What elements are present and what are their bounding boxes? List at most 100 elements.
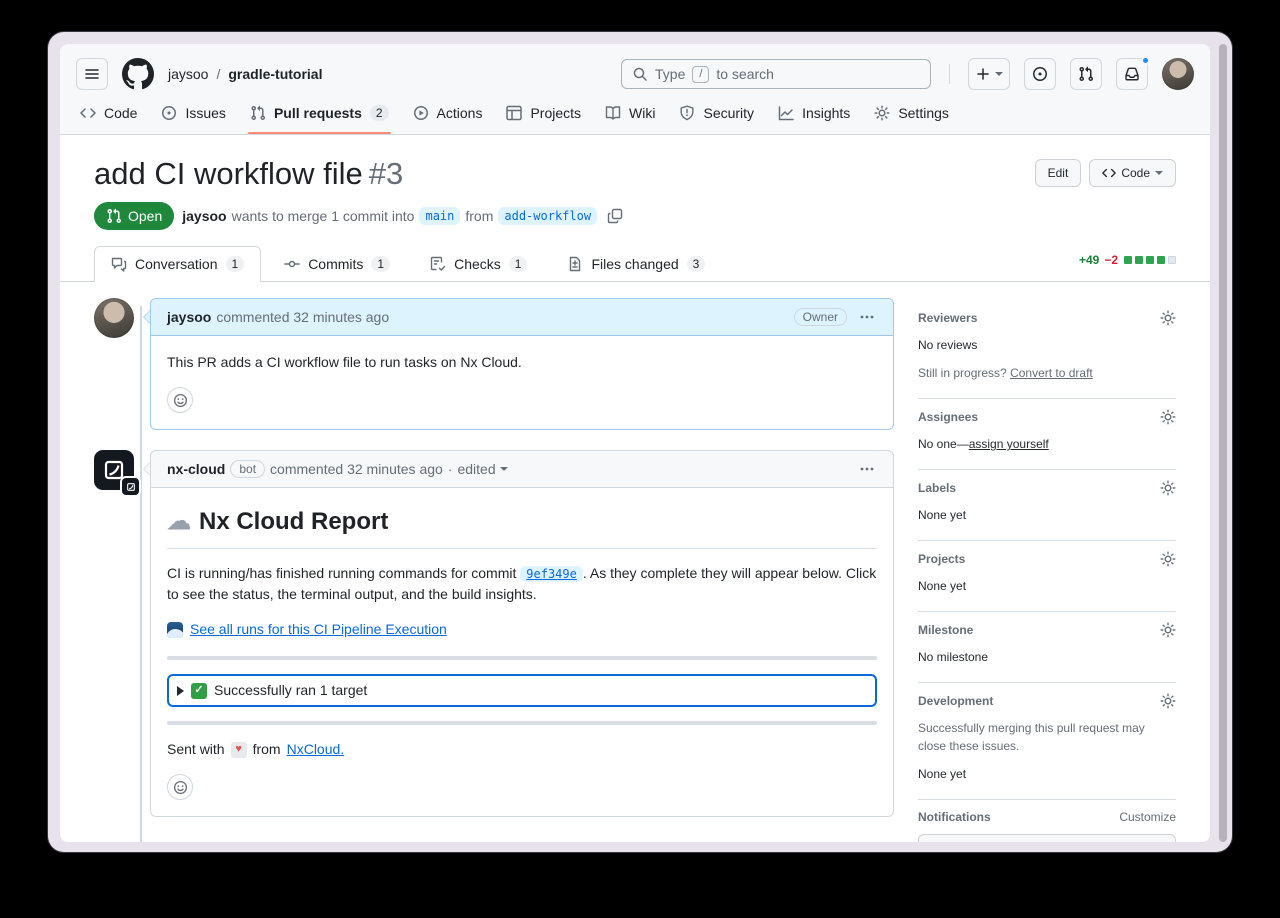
github-logo[interactable]: [122, 58, 154, 90]
tab-checks[interactable]: Checks 1: [413, 246, 544, 282]
success-check-emoji: ✓: [191, 683, 207, 699]
repo-tab-label: Actions: [437, 105, 483, 121]
report-heading: ☁ Nx Cloud Report: [167, 504, 877, 549]
hamburger-menu-button[interactable]: [76, 58, 108, 90]
edit-button[interactable]: Edit: [1035, 159, 1082, 187]
book-icon: [605, 105, 621, 121]
pipeline-runs-link[interactable]: See all runs for this CI Pipeline Execut…: [190, 619, 447, 640]
triangle-right-icon: [177, 686, 184, 696]
love-letter-emoji: ♥: [231, 742, 247, 758]
comment-meta[interactable]: commented 32 minutes ago: [216, 309, 389, 325]
kebab-menu-button[interactable]: [857, 307, 877, 327]
search-placeholder-post: to search: [716, 66, 774, 82]
page-title: add CI workflow file#3: [94, 155, 403, 192]
meta-dot: ·: [448, 461, 453, 477]
timeline-column: jaysoo commented 32 minutes ago Owner Th…: [94, 298, 894, 842]
repo-tab-code[interactable]: Code: [72, 96, 145, 134]
user-avatar[interactable]: [1162, 58, 1194, 90]
pr-author[interactable]: jaysoo: [182, 208, 226, 224]
avatar[interactable]: [94, 298, 134, 338]
browser-window: jaysoo / gradle-tutorial Type / to searc…: [48, 32, 1232, 852]
global-issues-button[interactable]: [1024, 58, 1056, 90]
section-title: Reviewers: [918, 311, 977, 325]
gear-icon[interactable]: [1160, 310, 1176, 326]
search-input[interactable]: Type / to search: [621, 59, 931, 89]
gear-icon[interactable]: [1160, 693, 1176, 709]
merge-description: jaysoo wants to merge 1 commit into main…: [182, 207, 597, 225]
base-branch-chip[interactable]: main: [419, 207, 460, 225]
git-pull-request-icon: [1078, 66, 1094, 82]
section-title: Projects: [918, 552, 965, 566]
pr-content: jaysoo commented 32 minutes ago Owner Th…: [60, 282, 1210, 842]
global-pull-requests-button[interactable]: [1070, 58, 1102, 90]
gear-icon[interactable]: [1160, 551, 1176, 567]
breadcrumb-separator: /: [216, 66, 220, 82]
tab-commits[interactable]: Commits 1: [267, 246, 407, 282]
repo-tab-security[interactable]: Security: [671, 96, 762, 134]
from-text: from: [253, 739, 281, 760]
merge-text: wants to merge 1 commit into: [232, 208, 415, 224]
development-empty: None yet: [918, 765, 1176, 783]
inbox-button[interactable]: [1116, 58, 1148, 90]
tab-count: 1: [371, 256, 390, 272]
repo-tab-projects[interactable]: Projects: [498, 96, 589, 134]
pr-tabs-row: Conversation 1 Commits 1 Checks 1 Files …: [60, 246, 1210, 282]
gear-icon[interactable]: [1160, 622, 1176, 638]
copy-branch-button[interactable]: [605, 206, 625, 226]
edited-dropdown[interactable]: edited: [457, 461, 507, 477]
sent-text: Sent with: [167, 739, 225, 760]
sidebar-section-reviewers: Reviewers No reviews Still in progress? …: [918, 300, 1176, 399]
repo-tab-insights[interactable]: Insights: [770, 96, 858, 134]
assign-yourself-link[interactable]: assign yourself: [969, 437, 1049, 451]
repo-tab-wiki[interactable]: Wiki: [597, 96, 663, 134]
create-new-button[interactable]: [968, 58, 1010, 90]
breadcrumb-owner[interactable]: jaysoo: [168, 66, 208, 82]
sent-with-line: Sent with ♥ from NxCloud.: [167, 739, 877, 760]
section-title: Development: [918, 694, 993, 708]
comment-body-text: This PR adds a CI workflow file to run t…: [167, 352, 877, 373]
tab-conversation[interactable]: Conversation 1: [94, 246, 261, 282]
projects-empty: None yet: [918, 577, 1176, 595]
customize-link[interactable]: Customize: [1119, 810, 1176, 824]
breadcrumb: jaysoo / gradle-tutorial: [168, 66, 322, 82]
commit-sha-link[interactable]: 9ef349e: [520, 566, 583, 582]
comment-author[interactable]: jaysoo: [167, 309, 211, 325]
breadcrumb-repo[interactable]: gradle-tutorial: [228, 66, 322, 82]
pr-number: #3: [369, 156, 403, 191]
unsubscribe-button[interactable]: Unsubscribe: [918, 834, 1176, 842]
convert-to-draft-link[interactable]: Convert to draft: [1010, 366, 1093, 380]
inbox-icon: [1124, 66, 1140, 82]
site-header: jaysoo / gradle-tutorial Type / to searc…: [60, 44, 1210, 135]
repo-tab-pull-requests[interactable]: Pull requests 2: [242, 96, 397, 134]
head-branch-chip[interactable]: add-workflow: [498, 207, 597, 225]
gear-icon[interactable]: [1160, 409, 1176, 425]
code-dropdown-button[interactable]: Code: [1089, 159, 1176, 187]
add-reaction-button[interactable]: [167, 387, 193, 413]
diff-block: [1135, 256, 1143, 264]
repo-tab-issues[interactable]: Issues: [153, 96, 233, 134]
sidebar-section-labels: Labels None yet: [918, 470, 1176, 541]
scrollbar-thumb[interactable]: [1219, 44, 1227, 842]
kebab-menu-button[interactable]: [857, 459, 877, 479]
tab-files-changed[interactable]: Files changed 3: [550, 246, 722, 282]
issue-opened-icon: [161, 105, 177, 121]
tab-label: Checks: [454, 256, 501, 272]
sidebar-section-assignees: Assignees No one—assign yourself: [918, 399, 1176, 470]
hamburger-icon: [84, 66, 100, 82]
add-reaction-button[interactable]: [167, 774, 193, 800]
run-summary-text: Successfully ran 1 target: [214, 680, 367, 701]
pull-requests-count: 2: [370, 105, 389, 121]
comment-author[interactable]: nx-cloud: [167, 461, 225, 477]
comment-meta[interactable]: commented 32 minutes ago: [270, 461, 443, 477]
diff-block: [1146, 256, 1154, 264]
github-mark-icon: [122, 58, 154, 90]
bell-slash-icon: [1003, 841, 1018, 842]
repo-tab-settings[interactable]: Settings: [866, 96, 957, 134]
nx-cloud-avatar[interactable]: [94, 450, 134, 490]
divider: [167, 721, 877, 725]
page-scrollbar[interactable]: [1219, 44, 1227, 842]
nxcloud-link[interactable]: NxCloud.: [287, 739, 345, 760]
run-details-summary[interactable]: ✓ Successfully ran 1 target: [167, 674, 877, 707]
gear-icon[interactable]: [1160, 480, 1176, 496]
repo-tab-actions[interactable]: Actions: [405, 96, 491, 134]
